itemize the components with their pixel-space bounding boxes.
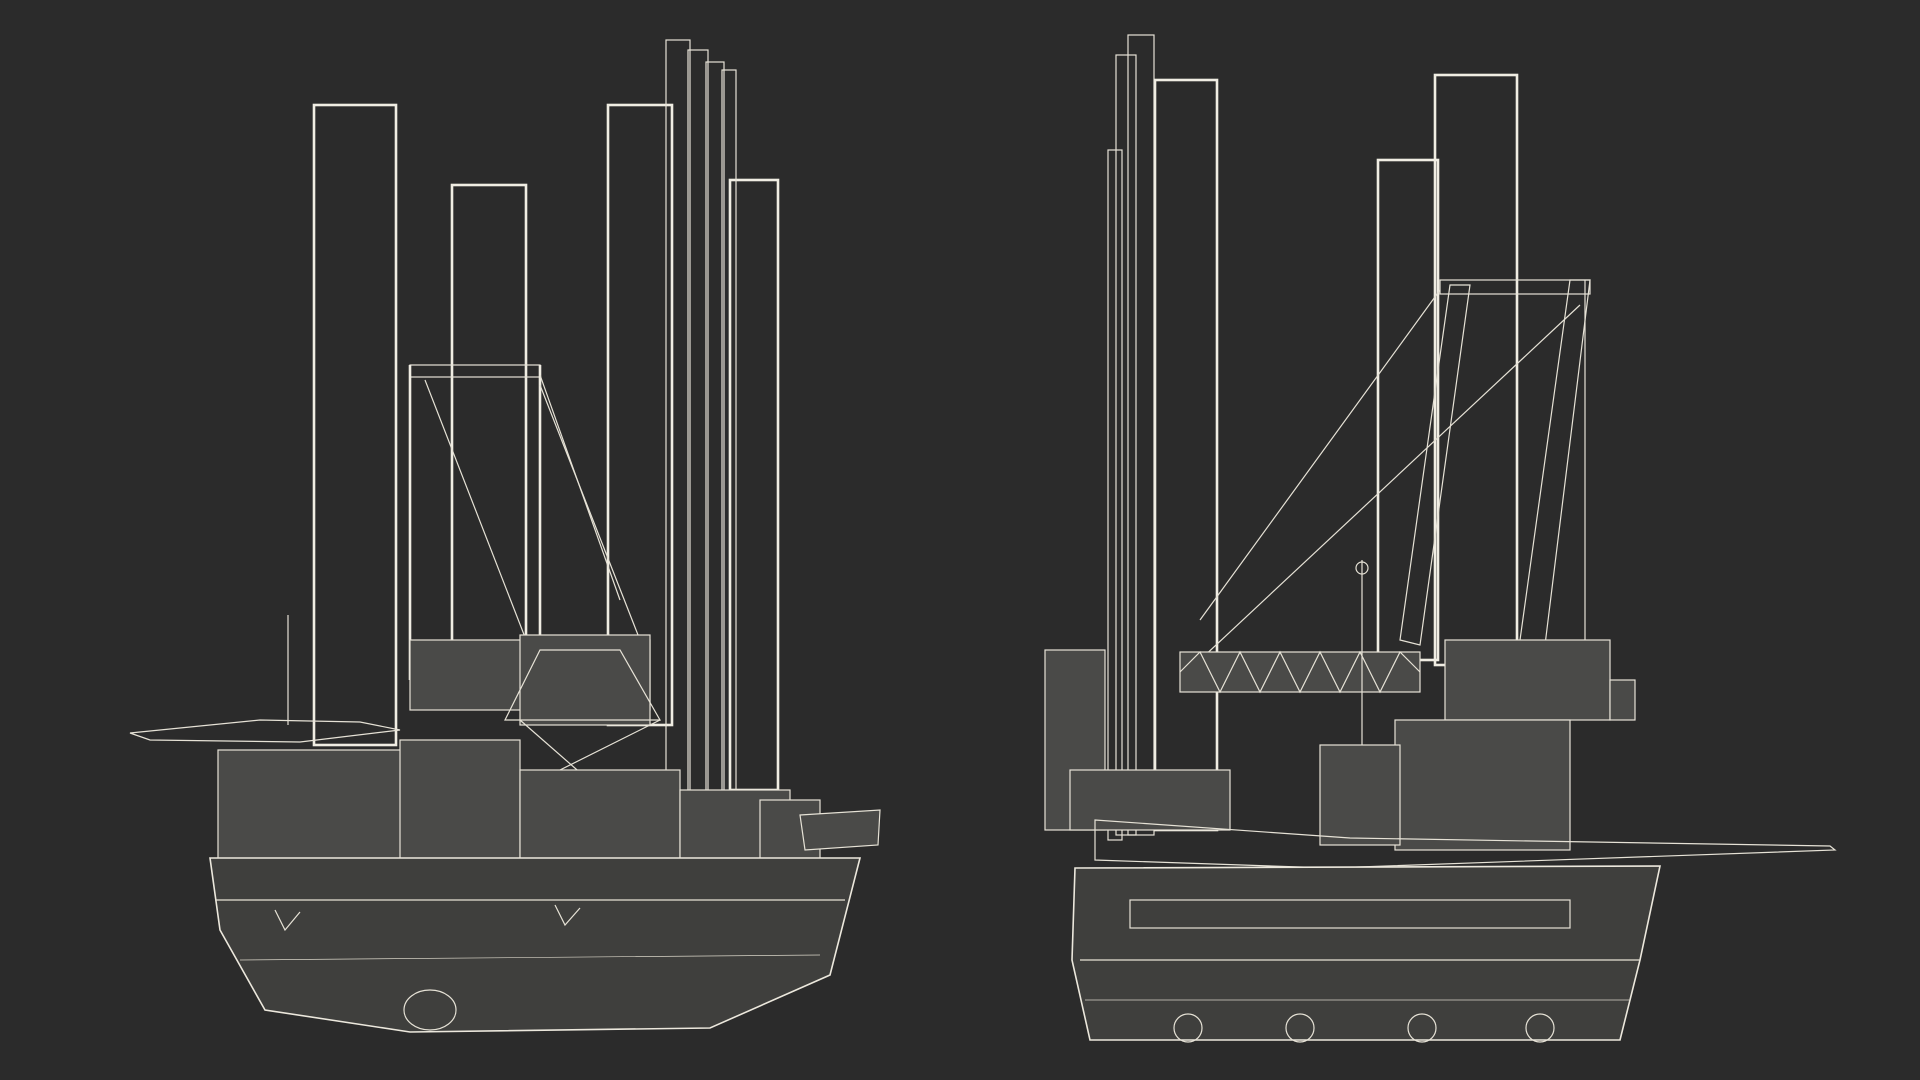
drilling-house — [1319, 560, 1636, 851]
truss-leg-far-right — [728, 178, 780, 792]
cylindrical-legs — [665, 39, 737, 863]
cantilever-bridge — [1179, 650, 1421, 694]
truss-leg-back-right — [1433, 73, 1519, 667]
crane-booms — [1199, 279, 1591, 661]
cylindrical-legs — [1107, 34, 1155, 841]
helideck — [129, 615, 401, 743]
truss-leg-left — [312, 103, 398, 747]
hull — [209, 857, 862, 1033]
viewport — [0, 0, 1920, 1080]
front-view — [129, 39, 881, 1033]
hull — [1071, 865, 1661, 1043]
truss-leg-front — [1153, 78, 1219, 832]
truss-leg-right — [606, 103, 674, 727]
truss-leg-center — [450, 183, 528, 667]
rear-view — [1044, 34, 1837, 1043]
wireframe-render — [129, 34, 1837, 1043]
